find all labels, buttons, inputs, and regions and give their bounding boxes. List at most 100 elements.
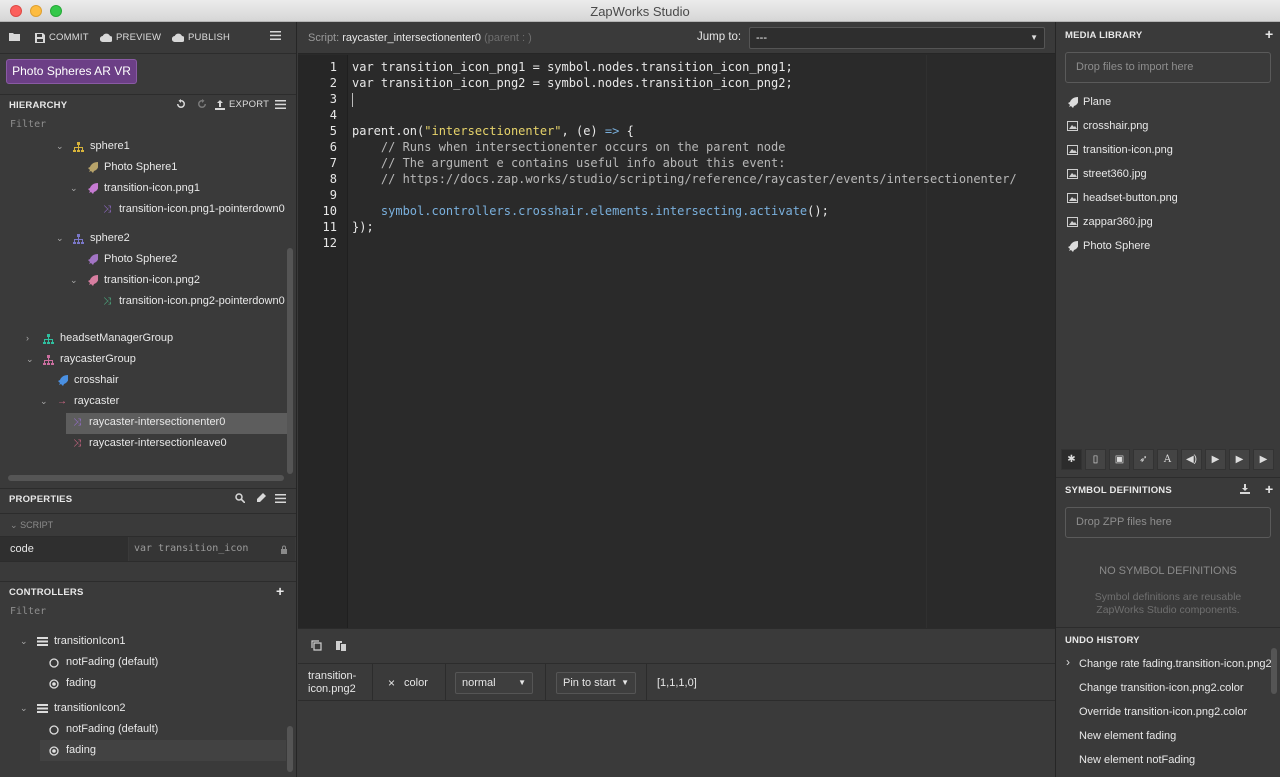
media-item-crosshair-png[interactable]: crosshair.png <box>1066 120 1148 132</box>
rocket-icon <box>86 183 98 195</box>
state-notfading-1[interactable]: notFading (default) <box>48 652 158 673</box>
media-item-photo-sphere[interactable]: Photo Sphere <box>1066 240 1150 252</box>
hierarchy-scrollbar-vertical[interactable] <box>287 248 293 474</box>
tree-node-transition-icon-png2[interactable]: ⌄ transition-icon.png2 <box>70 270 200 291</box>
state-fading-1[interactable]: fading <box>48 673 96 694</box>
tree-node-sphere1[interactable]: ⌄ sphere1 <box>56 136 130 157</box>
media-item-street360-jpg[interactable]: street360.jpg <box>1066 168 1147 180</box>
undo-item[interactable]: Change transition-icon.png2.color <box>1079 682 1244 694</box>
download-symbol-button[interactable] <box>1240 484 1250 494</box>
chevron-right-icon[interactable]: › <box>26 328 36 349</box>
chevron-down-icon[interactable]: ⌄ <box>40 391 50 412</box>
filter-images-tab[interactable]: ▣ <box>1109 449 1130 470</box>
script-name: raycaster_intersectionenter0 <box>342 32 482 44</box>
redo-button[interactable] <box>197 99 207 109</box>
controller-transitionicon2[interactable]: ⌄ transitionIcon2 <box>20 698 126 719</box>
open-folder-button[interactable] <box>9 32 21 42</box>
property-value-field[interactable]: var transition_icon <box>129 537 295 561</box>
filter-objects-tab[interactable]: ➶ <box>1133 449 1154 470</box>
chevron-down-icon[interactable]: ⌄ <box>56 228 66 249</box>
controllers-scrollbar[interactable] <box>287 726 293 772</box>
timeline-node-cell[interactable]: transition-icon.png2 <box>298 664 373 701</box>
undo-history-scrollbar[interactable] <box>1271 648 1277 694</box>
tree-node-sphere2[interactable]: ⌄ sphere2 <box>56 228 130 249</box>
filter-video-tab[interactable]: ▶ <box>1205 449 1226 470</box>
timeline-value-cell[interactable]: [1,1,1,0] <box>648 664 1055 701</box>
filter-audio-tab[interactable]: ◀) <box>1181 449 1202 470</box>
redo-icon <box>198 99 206 108</box>
undo-item[interactable]: Override transition-icon.png2.color <box>1079 706 1247 718</box>
add-media-button[interactable]: + <box>1265 26 1273 42</box>
blend-mode-select[interactable]: normal ▼ <box>455 671 533 694</box>
chevron-down-icon[interactable]: ⌄ <box>20 631 30 652</box>
jump-to-select[interactable]: --- ▼ <box>749 27 1045 49</box>
media-item-zappar360-jpg[interactable]: zappar360.jpg <box>1066 216 1153 228</box>
tree-node-photo-sphere1[interactable]: Photo Sphere1 <box>86 157 177 178</box>
tree-node-transition-icon-png1[interactable]: ⌄ transition-icon.png1 <box>70 178 200 199</box>
tree-node-raycaster-intersectionleave0[interactable]: ⤨ raycaster-intersectionleave0 <box>71 433 227 454</box>
tree-node-pointerdown-png2[interactable]: ⤨ transition-icon.png2-pointerdown0 <box>101 291 285 312</box>
image-icon <box>1066 168 1078 180</box>
pin-select[interactable]: Pin to start ▼ <box>556 671 636 694</box>
media-item-headset-button-png[interactable]: headset-button.png <box>1066 192 1178 204</box>
publish-button[interactable]: PUBLISH <box>172 32 230 43</box>
script-header-bar: Script: raycaster_intersectionenter0 (pa… <box>298 22 1055 54</box>
media-item-transition-icon-png[interactable]: transition-icon.png <box>1066 144 1173 156</box>
line-number: 3 <box>329 92 337 106</box>
tree-node-crosshair[interactable]: crosshair <box>56 370 119 391</box>
hierarchy-scrollbar-horizontal[interactable] <box>8 475 284 481</box>
symbol-definitions-desc-1: Symbol definitions are reusable <box>1094 591 1242 603</box>
add-controller-button[interactable]: + <box>276 583 284 599</box>
code-editor[interactable]: 1 2 3 4 5 6 7 8 9 10 11 12 var transitio… <box>298 55 1055 628</box>
symbol-dropzone[interactable]: Drop ZPP files here <box>1065 507 1271 538</box>
rocket-icon <box>86 275 98 287</box>
rocket-icon <box>56 375 68 387</box>
paste-button[interactable] <box>335 640 346 651</box>
commit-button[interactable]: COMMIT <box>35 32 89 43</box>
chevron-down-icon[interactable]: ⌄ <box>20 698 30 719</box>
undo-item[interactable]: Change rate fading.transition-icon.png2 <box>1079 658 1272 670</box>
controller-transitionicon1[interactable]: ⌄ transitionIcon1 <box>20 631 126 652</box>
hierarchy-menu-button[interactable] <box>275 100 286 109</box>
filter-all-tab[interactable]: ✱ <box>1061 449 1082 470</box>
filter-video2-tab[interactable]: ▶ <box>1229 449 1250 470</box>
filter-video3-tab[interactable]: ▶ <box>1253 449 1274 470</box>
hierarchy-filter-input[interactable]: Filter <box>10 119 46 130</box>
controller-label: transitionIcon1 <box>54 635 126 647</box>
properties-menu-button[interactable] <box>275 494 286 503</box>
project-name-button[interactable]: Photo Spheres AR VR <box>6 59 137 84</box>
tree-node-raycaster-group[interactable]: ⌄ raycasterGroup <box>26 349 136 370</box>
window-titlebar: ZapWorks Studio <box>0 0 1280 22</box>
chevron-down-icon[interactable]: ⌄ <box>70 178 80 199</box>
copy-button[interactable] <box>311 640 322 651</box>
state-notfading-2[interactable]: notFading (default) <box>48 719 158 740</box>
jump-to-value: --- <box>756 32 767 44</box>
tree-node-headset-manager-group[interactable]: › headsetManagerGroup <box>26 328 173 349</box>
tree-node-label: Photo Sphere1 <box>104 161 178 173</box>
chevron-down-icon[interactable]: ⌄ <box>26 349 36 370</box>
tree-node-raycaster-intersectionenter0[interactable]: ⤨ raycaster-intersectionenter0 <box>71 412 225 433</box>
add-symbol-button[interactable]: + <box>1265 481 1273 497</box>
chevron-down-icon[interactable]: ⌄ <box>56 136 66 157</box>
export-button[interactable]: EXPORT <box>215 99 269 110</box>
preview-button[interactable]: PREVIEW <box>100 32 161 43</box>
properties-edit-button[interactable] <box>256 493 266 503</box>
filter-files-tab[interactable]: ▯ <box>1085 449 1106 470</box>
remove-icon[interactable]: × <box>388 676 395 690</box>
tree-node-label: crosshair <box>74 374 119 386</box>
tree-node-raycaster[interactable]: ⌄ → raycaster <box>40 391 119 412</box>
media-dropzone[interactable]: Drop files to import here <box>1065 52 1271 83</box>
tree-node-photo-sphere2[interactable]: Photo Sphere2 <box>86 249 177 270</box>
chevron-down-icon[interactable]: ⌄ <box>70 270 80 291</box>
script-section-header[interactable]: ⌄ SCRIPT <box>0 513 296 535</box>
toolbar-menu-button[interactable] <box>270 31 281 40</box>
controllers-filter-input[interactable]: Filter <box>10 606 46 617</box>
undo-item[interactable]: New element fading <box>1079 730 1176 742</box>
state-fading-2[interactable]: fading <box>48 740 96 761</box>
media-item-plane[interactable]: Plane <box>1066 96 1111 108</box>
filter-fonts-tab[interactable]: A <box>1157 449 1178 470</box>
properties-search-button[interactable] <box>235 493 245 503</box>
undo-button[interactable] <box>176 99 186 109</box>
undo-item[interactable]: New element notFading <box>1079 754 1195 766</box>
tree-node-pointerdown-png1[interactable]: ⤨ transition-icon.png1-pointerdown0 <box>101 199 285 220</box>
